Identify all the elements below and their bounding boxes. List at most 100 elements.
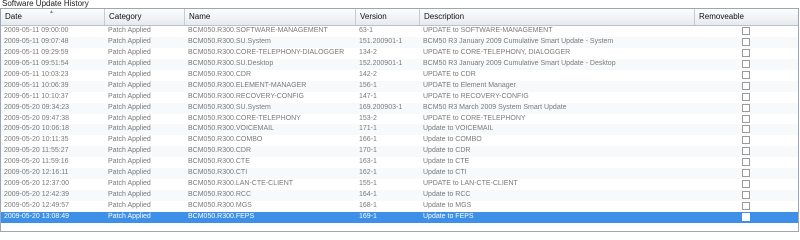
cell-version: 142-2 bbox=[359, 70, 377, 78]
removeable-checkbox[interactable] bbox=[742, 136, 750, 145]
cell-name: BCM050.R300.VOICEMAIL bbox=[188, 125, 274, 133]
cell-version: 169-1 bbox=[359, 212, 377, 220]
removeable-checkbox[interactable] bbox=[742, 70, 750, 79]
cell-name: BCM050.R300.RCC bbox=[188, 191, 252, 199]
cell-date: 2009-05-20 10:06:18 bbox=[4, 125, 69, 133]
cell-date: 2009-05-20 13:08:49 bbox=[4, 212, 69, 220]
column-header-version[interactable]: Version bbox=[356, 9, 420, 25]
cell-description: Update to COMBO bbox=[423, 136, 482, 144]
cell-date: 2009-05-20 12:49:57 bbox=[4, 202, 69, 209]
cell-description: Update to VOICEMAIL bbox=[423, 125, 494, 133]
removeable-checkbox[interactable] bbox=[742, 27, 750, 35]
cell-date: 2009-05-11 10:06:39 bbox=[4, 81, 69, 89]
cell-name: BCM050.R300.CORE-TELEPHONY-DIALOGGER bbox=[188, 48, 345, 56]
table-row[interactable]: 2009-05-20 09:34:23 Patch Applied BCM050.R… bbox=[1, 102, 798, 114]
cell-version: 164-1 bbox=[359, 191, 377, 199]
table-row[interactable]: 2009-05-20 09:47:38 Patch Applied BCM050.R… bbox=[1, 114, 798, 125]
removeable-checkbox[interactable] bbox=[742, 147, 750, 156]
table-row[interactable]: 2009-05-20 12:49:57 Patch Applied BCM050.R… bbox=[1, 201, 798, 212]
cell-date: 2009-05-11 09:00:00 bbox=[4, 27, 69, 34]
cell-name: BCM050.R300.LAN-CTE-CLIENT bbox=[188, 180, 294, 188]
cell-version: 155-1 bbox=[359, 180, 377, 188]
cell-date: 2009-05-20 11:55:27 bbox=[4, 147, 69, 155]
removeable-checkbox[interactable] bbox=[742, 81, 750, 90]
removeable-checkbox[interactable] bbox=[742, 169, 750, 178]
removeable-checkbox[interactable] bbox=[742, 125, 750, 134]
cell-name: BCM050.R300.CTE bbox=[188, 158, 250, 166]
cell-description: UPDATE to SOFTWARE-MANAGEMENT bbox=[423, 27, 553, 34]
table-row[interactable]: 2009-05-11 10:06:39 Patch Applied BCM050.R… bbox=[1, 80, 798, 92]
table-row[interactable]: 2009-05-20 13:08:49 Patch Applied BCM050.R… bbox=[1, 211, 798, 223]
table-row[interactable]: 2009-05-11 10:10:37 Patch Applied BCM050.R… bbox=[1, 92, 798, 103]
panel-title: Software Update History bbox=[2, 0, 89, 8]
cell-version: 163-1 bbox=[359, 158, 377, 166]
cell-description: UPDATE to CORE-TELEPHONY, DIALOGGER bbox=[423, 48, 571, 56]
cell-category: Patch Applied bbox=[108, 103, 151, 111]
table-row[interactable]: 2009-05-20 11:55:27 Patch Applied BCM050.R… bbox=[1, 146, 798, 158]
cell-category: Patch Applied bbox=[108, 136, 151, 144]
removeable-checkbox[interactable] bbox=[742, 103, 750, 112]
cell-category: Patch Applied bbox=[108, 27, 151, 34]
cell-description: UPDATE to CORE-TELEPHONY bbox=[423, 114, 526, 122]
cell-description: Update to RCC bbox=[423, 191, 471, 199]
cell-date: 2009-05-20 12:16:11 bbox=[4, 169, 69, 177]
cell-description: UPDATE to CDR bbox=[423, 70, 476, 78]
cell-category: Patch Applied bbox=[108, 202, 151, 209]
cell-date: 2009-05-11 09:07:48 bbox=[4, 37, 69, 45]
cell-description: Update to FEPS bbox=[423, 212, 474, 220]
cell-version: 153-2 bbox=[359, 114, 377, 122]
removeable-checkbox[interactable] bbox=[742, 59, 750, 68]
software-update-history-panel: Software Update History Date ▲ Category … bbox=[0, 0, 800, 238]
table-row[interactable]: 2009-05-20 12:37:00 Patch Applied BCM050.R… bbox=[1, 179, 798, 190]
cell-description: Update to CTE bbox=[423, 158, 470, 166]
table-row[interactable]: 2009-05-11 09:00:00 Patch Applied BCM050.R… bbox=[1, 26, 798, 37]
cell-category: Patch Applied bbox=[108, 212, 151, 220]
cell-description: UPDATE to Element Manager bbox=[423, 81, 516, 89]
cell-description: UPDATE to LAN-CTE-CLIENT bbox=[423, 180, 518, 188]
column-header-category[interactable]: Category bbox=[105, 9, 185, 25]
cell-version: 170-1 bbox=[359, 147, 377, 155]
cell-date: 2009-05-11 10:10:37 bbox=[4, 92, 69, 100]
cell-date: 2009-05-20 09:34:23 bbox=[4, 103, 69, 111]
cell-version: 166-1 bbox=[359, 136, 377, 144]
removeable-checkbox[interactable] bbox=[742, 202, 750, 210]
update-history-table[interactable]: Date ▲ Category Name Version Description… bbox=[0, 8, 799, 232]
cell-version: 63-1 bbox=[359, 27, 374, 34]
sort-ascending-icon: ▲ bbox=[49, 9, 54, 15]
cell-category: Patch Applied bbox=[108, 191, 151, 199]
cell-description: BCM50 R3 March 2009 System Smart Update bbox=[423, 103, 567, 111]
cell-version: 152.200901-1 bbox=[359, 59, 403, 67]
cell-version: 169.200903-1 bbox=[359, 103, 403, 111]
column-header-removeable[interactable]: Removeable bbox=[695, 9, 798, 25]
cell-description: BCM50 R3 January 2009 Cumulative Smart U… bbox=[423, 37, 614, 45]
cell-version: 171-1 bbox=[359, 125, 377, 133]
column-header-description[interactable]: Description bbox=[420, 9, 695, 25]
cell-version: 162-1 bbox=[359, 169, 377, 177]
removeable-checkbox[interactable] bbox=[742, 180, 750, 189]
table-row[interactable]: 2009-05-11 09:51:54 Patch Applied BCM050.R… bbox=[1, 58, 798, 70]
table-row[interactable]: 2009-05-20 10:11:35 Patch Applied BCM050.R… bbox=[1, 135, 798, 146]
removeable-checkbox[interactable] bbox=[742, 114, 750, 123]
cell-name: BCM050.R300.MGS bbox=[188, 202, 252, 209]
column-header-name[interactable]: Name bbox=[185, 9, 356, 25]
removeable-checkbox[interactable] bbox=[742, 92, 750, 101]
cell-date: 2009-05-20 12:37:00 bbox=[4, 180, 69, 188]
table-row[interactable]: 2009-05-20 10:06:18 Patch Applied BCM050.R… bbox=[1, 124, 798, 136]
cell-category: Patch Applied bbox=[108, 92, 151, 100]
table-row[interactable]: 2009-05-11 09:07:48 Patch Applied BCM050.R… bbox=[1, 36, 798, 48]
removeable-checkbox[interactable] bbox=[742, 37, 750, 46]
column-header-date-label: Date bbox=[5, 12, 22, 21]
table-row[interactable]: 2009-05-11 09:29:59 Patch Applied BCM050.R… bbox=[1, 48, 798, 59]
removeable-checkbox[interactable] bbox=[742, 48, 750, 57]
cell-version: 147-1 bbox=[359, 92, 377, 100]
removeable-checkbox[interactable] bbox=[742, 191, 750, 200]
table-row[interactable]: 2009-05-11 10:03:23 Patch Applied BCM050.R… bbox=[1, 70, 798, 81]
column-header-date[interactable]: Date ▲ bbox=[1, 9, 105, 25]
removeable-checkbox[interactable] bbox=[742, 158, 750, 167]
cell-category: Patch Applied bbox=[108, 59, 151, 67]
cell-date: 2009-05-11 09:29:59 bbox=[4, 48, 69, 56]
table-row[interactable]: 2009-05-20 12:16:11 Patch Applied BCM050.R… bbox=[1, 168, 798, 180]
table-row[interactable]: 2009-05-20 12:42:39 Patch Applied BCM050.R… bbox=[1, 190, 798, 201]
table-row[interactable]: 2009-05-20 11:59:16 Patch Applied BCM050.R… bbox=[1, 157, 798, 168]
removeable-checkbox[interactable] bbox=[742, 212, 750, 221]
